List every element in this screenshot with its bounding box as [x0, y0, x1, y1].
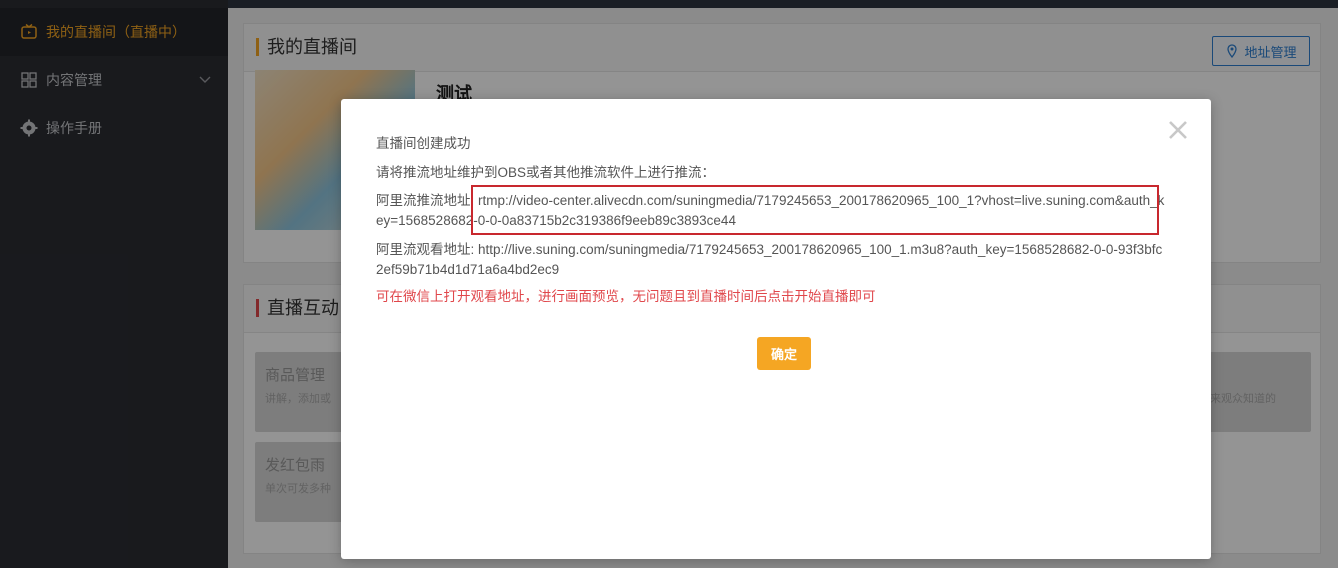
confirm-button[interactable]: 确定 [757, 337, 811, 370]
watch-url-row: 阿里流观看地址: http://live.suning.com/suningme… [376, 240, 1166, 280]
live-room-created-dialog: 直播间创建成功 请将推流地址维护到OBS或者其他推流软件上进行推流： 阿里流推流… [341, 99, 1211, 559]
push-url-highlight [471, 185, 1159, 235]
close-icon[interactable] [1167, 119, 1189, 141]
dialog-instruction: 请将推流地址维护到OBS或者其他推流软件上进行推流： [376, 165, 716, 180]
push-url-label: 阿里流推流地址: [376, 193, 475, 208]
preview-hint: 可在微信上打开观看地址，进行画面预览，无问题且到直播时间后点击开始直播即可 [376, 289, 876, 304]
watch-url-value[interactable]: http://live.suning.com/suningmedia/71792… [376, 242, 1162, 277]
dialog-title: 直播间创建成功 [376, 136, 471, 151]
watch-url-label: 阿里流观看地址: [376, 242, 475, 257]
